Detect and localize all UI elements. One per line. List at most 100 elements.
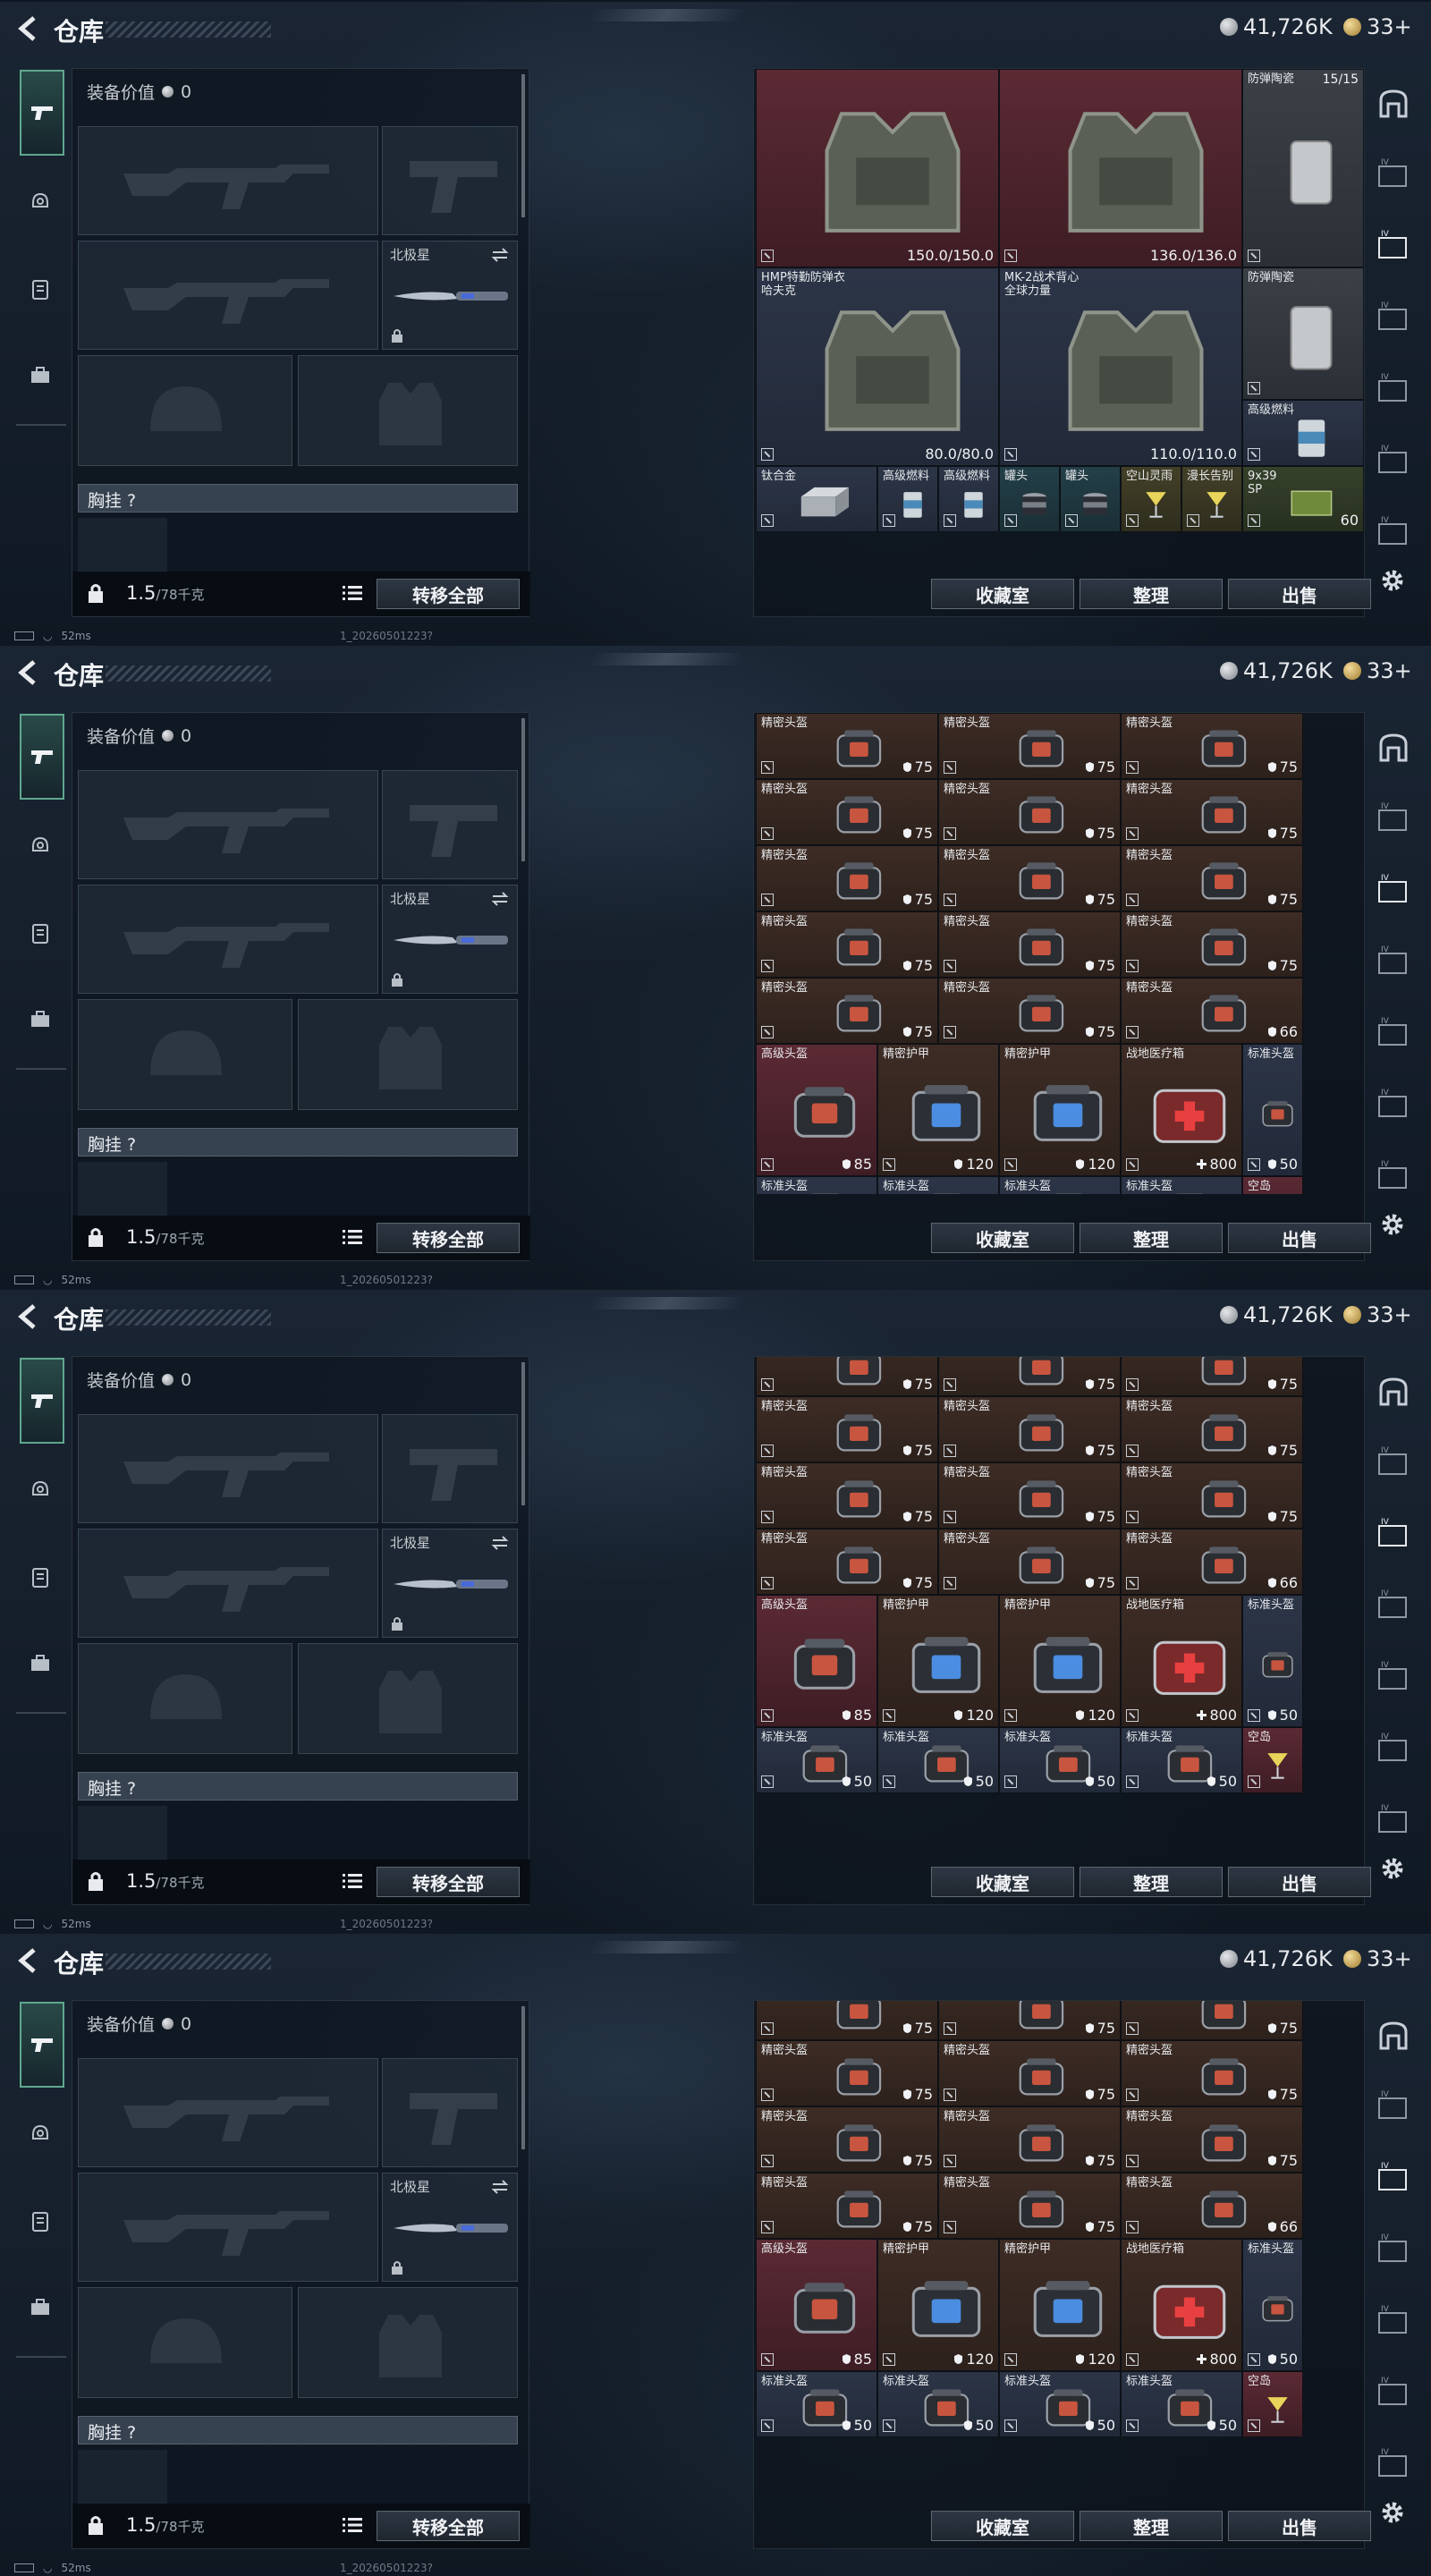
storage-item[interactable]: 精密头盔 75 [938, 911, 1121, 978]
gold-currency[interactable]: 33+ [1343, 1946, 1412, 1971]
storage-item[interactable]: 精密头盔 75 [756, 779, 938, 845]
gear-icon[interactable] [1379, 1855, 1406, 1882]
storage-item[interactable]: 精密护甲 120 [999, 1044, 1121, 1176]
tab-backpack[interactable] [20, 354, 61, 395]
storage-item[interactable]: 精密头盔 75 [756, 2040, 938, 2107]
melee-slot[interactable]: 北极星 [382, 241, 518, 350]
tab-helmet[interactable] [20, 181, 61, 222]
storage-item[interactable]: 高级燃料 [1242, 400, 1364, 466]
storage-grid[interactable]: 精密头盔 75 精密头盔 75 精密头盔 75 精密头盔 75 精密头盔 75 精密头盔 75 精密头盔… [756, 713, 1364, 1194]
tab-backpack[interactable] [20, 998, 61, 1039]
storage-tab-icon[interactable]: IV [1374, 1803, 1413, 1839]
tab-helmet[interactable] [20, 2113, 61, 2154]
back-arrow-icon[interactable] [14, 1946, 41, 1975]
transfer-all-button[interactable]: 转移全部 [377, 1867, 520, 1897]
storage-item[interactable]: 75 [938, 1357, 1121, 1397]
storage-tab-icon[interactable]: IV [1374, 2304, 1413, 2340]
storage-grid[interactable]: 150.0/150.0 136.0/136.0 防弹陶瓷 15/15 HMP特勤防弹衣 … [756, 69, 1364, 550]
collection-button[interactable]: 收藏室 [931, 1867, 1074, 1897]
secondary-weapon-slot[interactable] [78, 241, 378, 350]
chest-rig-preview[interactable] [78, 1806, 167, 1861]
tab-weapons[interactable] [20, 2002, 64, 2088]
loadout-scrollbar[interactable] [521, 74, 525, 217]
storage-item[interactable]: 罐头 [1060, 466, 1121, 532]
storage-item[interactable]: 150.0/150.0 [756, 69, 999, 267]
list-icon[interactable] [343, 1872, 362, 1890]
primary-weapon-slot[interactable] [78, 2058, 378, 2167]
tab-armor[interactable] [20, 268, 61, 309]
storage-item[interactable]: 精密头盔 75 [1121, 845, 1303, 911]
storage-tab-icon[interactable]: IV [1374, 1159, 1413, 1195]
chest-rig-preview[interactable] [78, 2450, 167, 2505]
storage-item[interactable]: 75 [938, 2001, 1121, 2041]
secondary-weapon-slot[interactable] [78, 1529, 378, 1638]
sell-button[interactable]: 出售 [1228, 1867, 1371, 1897]
storage-item[interactable]: 标准头盔 50 [1121, 2371, 1242, 2438]
chest-rig-preview[interactable] [78, 1162, 167, 1217]
loadout-scrollbar[interactable] [521, 718, 525, 861]
storage-item[interactable]: 标准头盔 [756, 1176, 877, 1194]
storage-item[interactable]: 精密头盔 75 [1121, 2040, 1303, 2107]
chest-rig-slot[interactable]: 胸挂 ? [78, 1128, 518, 1157]
melee-slot[interactable]: 北极星 [382, 2173, 518, 2282]
transfer-all-button[interactable]: 转移全部 [377, 579, 520, 609]
list-icon[interactable] [343, 2516, 362, 2534]
storage-item[interactable]: MK-2战术背心 全球力量 110.0/110.0 [999, 267, 1242, 466]
storage-tab-icon[interactable]: IV [1374, 2447, 1413, 2483]
storage-item[interactable]: 精密头盔 75 [938, 1396, 1121, 1463]
transfer-all-button[interactable]: 转移全部 [377, 2511, 520, 2541]
storage-item[interactable]: 精密头盔 75 [1121, 713, 1303, 779]
storage-item[interactable]: 标准头盔 50 [877, 1727, 999, 1794]
helmet-slot[interactable] [78, 1643, 292, 1754]
storage-item[interactable]: 精密头盔 66 [1121, 2173, 1303, 2240]
pistol-slot[interactable] [382, 2058, 518, 2167]
gear-icon[interactable] [1379, 1211, 1406, 1238]
storage-tab-icon[interactable]: IV [1374, 873, 1413, 909]
tab-weapons[interactable] [20, 714, 64, 800]
storage-tab-icon[interactable]: IV [1374, 1445, 1413, 1481]
secondary-weapon-slot[interactable] [78, 885, 378, 994]
storage-item[interactable]: 精密护甲 120 [877, 2239, 999, 2372]
storage-item[interactable]: 高级头盔 85 [756, 1044, 877, 1176]
storage-tab-icon[interactable]: IV [1374, 945, 1413, 980]
storage-tab-icon[interactable]: IV [1374, 1088, 1413, 1123]
tab-helmet[interactable] [20, 1469, 61, 1510]
tab-weapons[interactable] [20, 1358, 64, 1444]
loadout-scrollbar[interactable] [521, 2006, 525, 2149]
helmet-slot[interactable] [78, 355, 292, 466]
storage-item[interactable]: 精密头盔 75 [756, 713, 938, 779]
storage-item[interactable]: 精密护甲 120 [999, 1595, 1121, 1728]
sort-button[interactable]: 整理 [1080, 1867, 1223, 1897]
storage-item[interactable]: 精密头盔 75 [1121, 911, 1303, 978]
storage-item[interactable]: 精密头盔 66 [1121, 978, 1303, 1044]
storage-item[interactable]: 精密头盔 66 [1121, 1529, 1303, 1596]
storage-item[interactable]: 精密头盔 75 [1121, 1396, 1303, 1463]
storage-item[interactable]: 漫长告别 [1181, 466, 1242, 532]
storage-tab-icon[interactable]: IV [1374, 515, 1413, 551]
storage-grid[interactable]: 75 75 75 精密头盔 75 精密头盔 75 精密头盔 75 精密头盔 75 精密头盔 75 精密头盔… [756, 1357, 1364, 1838]
storage-home-icon[interactable] [1374, 730, 1413, 766]
storage-item[interactable]: 战地医疗箱 800 [1121, 1595, 1242, 1728]
storage-item[interactable]: 战地医疗箱 800 [1121, 2239, 1242, 2372]
swap-icon[interactable] [490, 889, 510, 909]
storage-item[interactable]: 空岛 [1242, 2371, 1303, 2438]
loadout-scrollbar[interactable] [521, 1362, 525, 1505]
list-icon[interactable] [343, 584, 362, 602]
storage-item[interactable]: 钛合金 [756, 466, 877, 532]
storage-item[interactable]: 高级头盔 85 [756, 1595, 877, 1728]
storage-item[interactable]: 防弹陶瓷 15/15 [1242, 69, 1364, 267]
storage-tab-icon[interactable]: IV [1374, 301, 1413, 336]
storage-tab-icon[interactable]: IV [1374, 372, 1413, 408]
storage-item[interactable]: 罐头 [999, 466, 1060, 532]
storage-item[interactable]: 精密头盔 75 [756, 1396, 938, 1463]
pistol-slot[interactable] [382, 126, 518, 235]
tab-armor[interactable] [20, 912, 61, 953]
primary-weapon-slot[interactable] [78, 126, 378, 235]
storage-tab-icon[interactable]: IV [1374, 2233, 1413, 2268]
chest-rig-slot[interactable]: 胸挂 ? [78, 2416, 518, 2445]
primary-weapon-slot[interactable] [78, 1414, 378, 1523]
transfer-all-button[interactable]: 转移全部 [377, 1223, 520, 1253]
storage-item[interactable]: 精密头盔 75 [756, 2173, 938, 2240]
pistol-slot[interactable] [382, 1414, 518, 1523]
sell-button[interactable]: 出售 [1228, 1223, 1371, 1253]
